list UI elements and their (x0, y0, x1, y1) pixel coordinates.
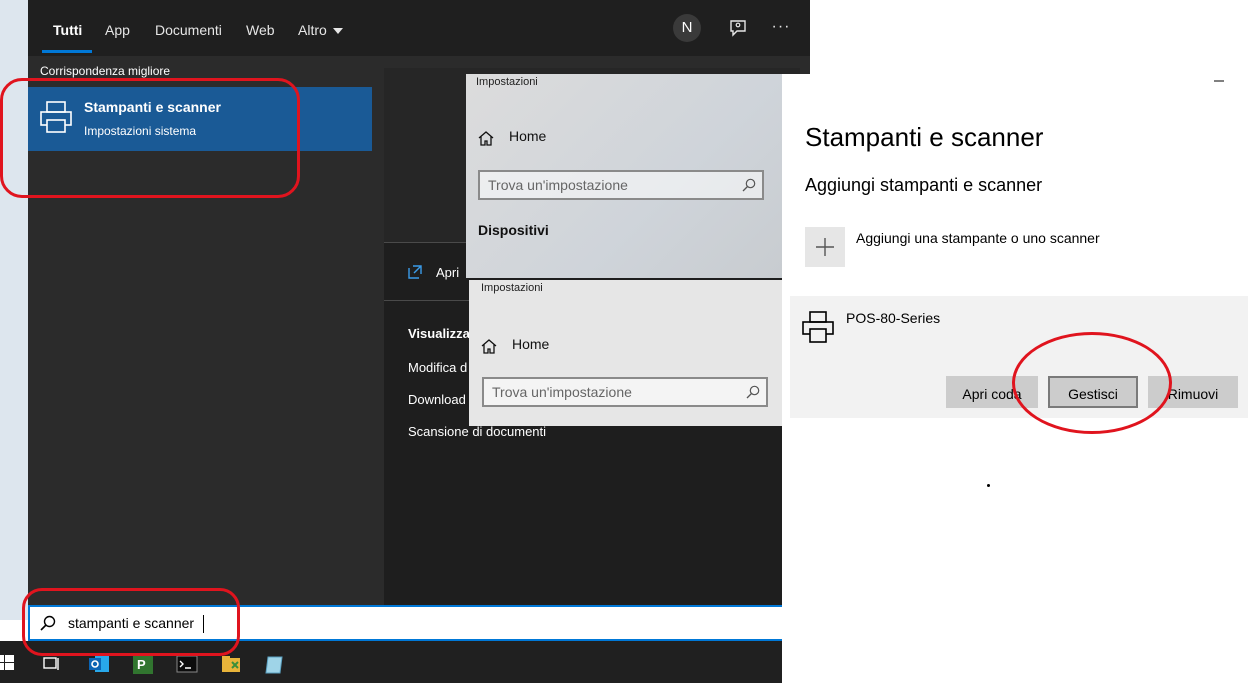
printers-settings-page: Stampanti e scanner Aggiungi stampanti e… (782, 74, 1256, 683)
devices-heading: Dispositivi (478, 222, 549, 238)
search-icon (746, 385, 760, 399)
find-setting-placeholder: Trova un'impostazione (492, 384, 632, 400)
search-input[interactable] (68, 607, 668, 639)
user-avatar[interactable]: N (673, 14, 701, 42)
window-title: Impostazioni (481, 282, 543, 294)
search-icon (742, 178, 756, 192)
windows-start-icon[interactable] (0, 653, 16, 673)
best-match-result[interactable]: Stampanti e scanner Impostazioni sistema (28, 87, 372, 151)
tab-apps[interactable]: App (105, 20, 130, 40)
related-item[interactable]: Download (408, 392, 466, 407)
settings-window-sidebar: Impostazioni Home Trova un'impostazione (469, 280, 785, 426)
feedback-icon[interactable] (728, 18, 748, 38)
settings-window-sidebar: Impostazioni Home Trova un'impostazione … (466, 74, 782, 278)
text-caret (203, 615, 204, 633)
taskbar-search-box[interactable] (28, 605, 810, 641)
active-tab-indicator (42, 50, 92, 53)
svg-text:P: P (137, 657, 146, 672)
window-title: Impostazioni (476, 76, 538, 88)
page-title: Stampanti e scanner (805, 122, 1044, 152)
printer-name: POS-80-Series (846, 310, 941, 326)
add-printer-label[interactable]: Aggiungi una stampante o uno scanner (856, 230, 1100, 246)
related-heading: Visualizza (408, 326, 470, 341)
printer-icon (38, 99, 74, 135)
minimize-icon[interactable] (1212, 74, 1226, 88)
more-options-icon[interactable]: ··· (770, 16, 792, 38)
related-item[interactable]: Modifica d (408, 360, 467, 375)
remove-button[interactable]: Rimuovi (1148, 376, 1238, 408)
best-match-title: Stampanti e scanner (84, 99, 221, 115)
notes-icon[interactable] (264, 653, 284, 674)
printer-card[interactable]: POS-80-Series Apri coda Gestisci Rimuovi (790, 296, 1248, 418)
taskbar: P (0, 641, 810, 683)
tab-all[interactable]: Tutti (53, 20, 82, 40)
tab-more[interactable]: Altro (298, 20, 343, 40)
task-view-icon[interactable] (42, 653, 62, 673)
open-label: Apri (436, 265, 460, 280)
tab-documents[interactable]: Documenti (155, 20, 222, 40)
home-label: Home (509, 128, 547, 144)
best-match-heading: Corrispondenza migliore (40, 64, 171, 78)
results-list: Corrispondenza migliore Stampanti e scan… (28, 56, 372, 605)
home-label: Home (512, 336, 550, 352)
tab-web[interactable]: Web (246, 20, 275, 40)
project-icon[interactable]: P (132, 653, 153, 674)
search-icon (40, 615, 56, 631)
section-heading: Aggiungi stampanti e scanner (805, 175, 1043, 195)
outlook-icon[interactable] (88, 653, 109, 673)
find-setting-placeholder: Trova un'impostazione (488, 177, 628, 193)
open-icon (408, 265, 422, 279)
add-printer-button[interactable] (805, 227, 845, 267)
printer-icon (801, 310, 835, 344)
best-match-subtitle: Impostazioni sistema (84, 124, 197, 138)
manage-button[interactable]: Gestisci (1048, 376, 1138, 408)
terminal-icon[interactable] (176, 653, 198, 673)
desktop-background (0, 0, 28, 620)
file-manager-icon[interactable] (220, 653, 240, 673)
find-setting-field[interactable]: Trova un'impostazione (478, 170, 764, 200)
chevron-down-icon (332, 28, 343, 35)
tab-more-label: Altro (298, 22, 327, 38)
find-setting-field[interactable]: Trova un'impostazione (482, 377, 768, 407)
stray-dot (987, 484, 990, 487)
search-scope-tabs: Tutti App Documenti Web Altro N ··· (28, 0, 810, 56)
home-icon (478, 130, 494, 146)
open-queue-button[interactable]: Apri coda (946, 376, 1038, 408)
related-item[interactable]: Scansione di documenti (408, 424, 546, 439)
home-icon (481, 338, 497, 354)
plus-icon (816, 238, 834, 256)
